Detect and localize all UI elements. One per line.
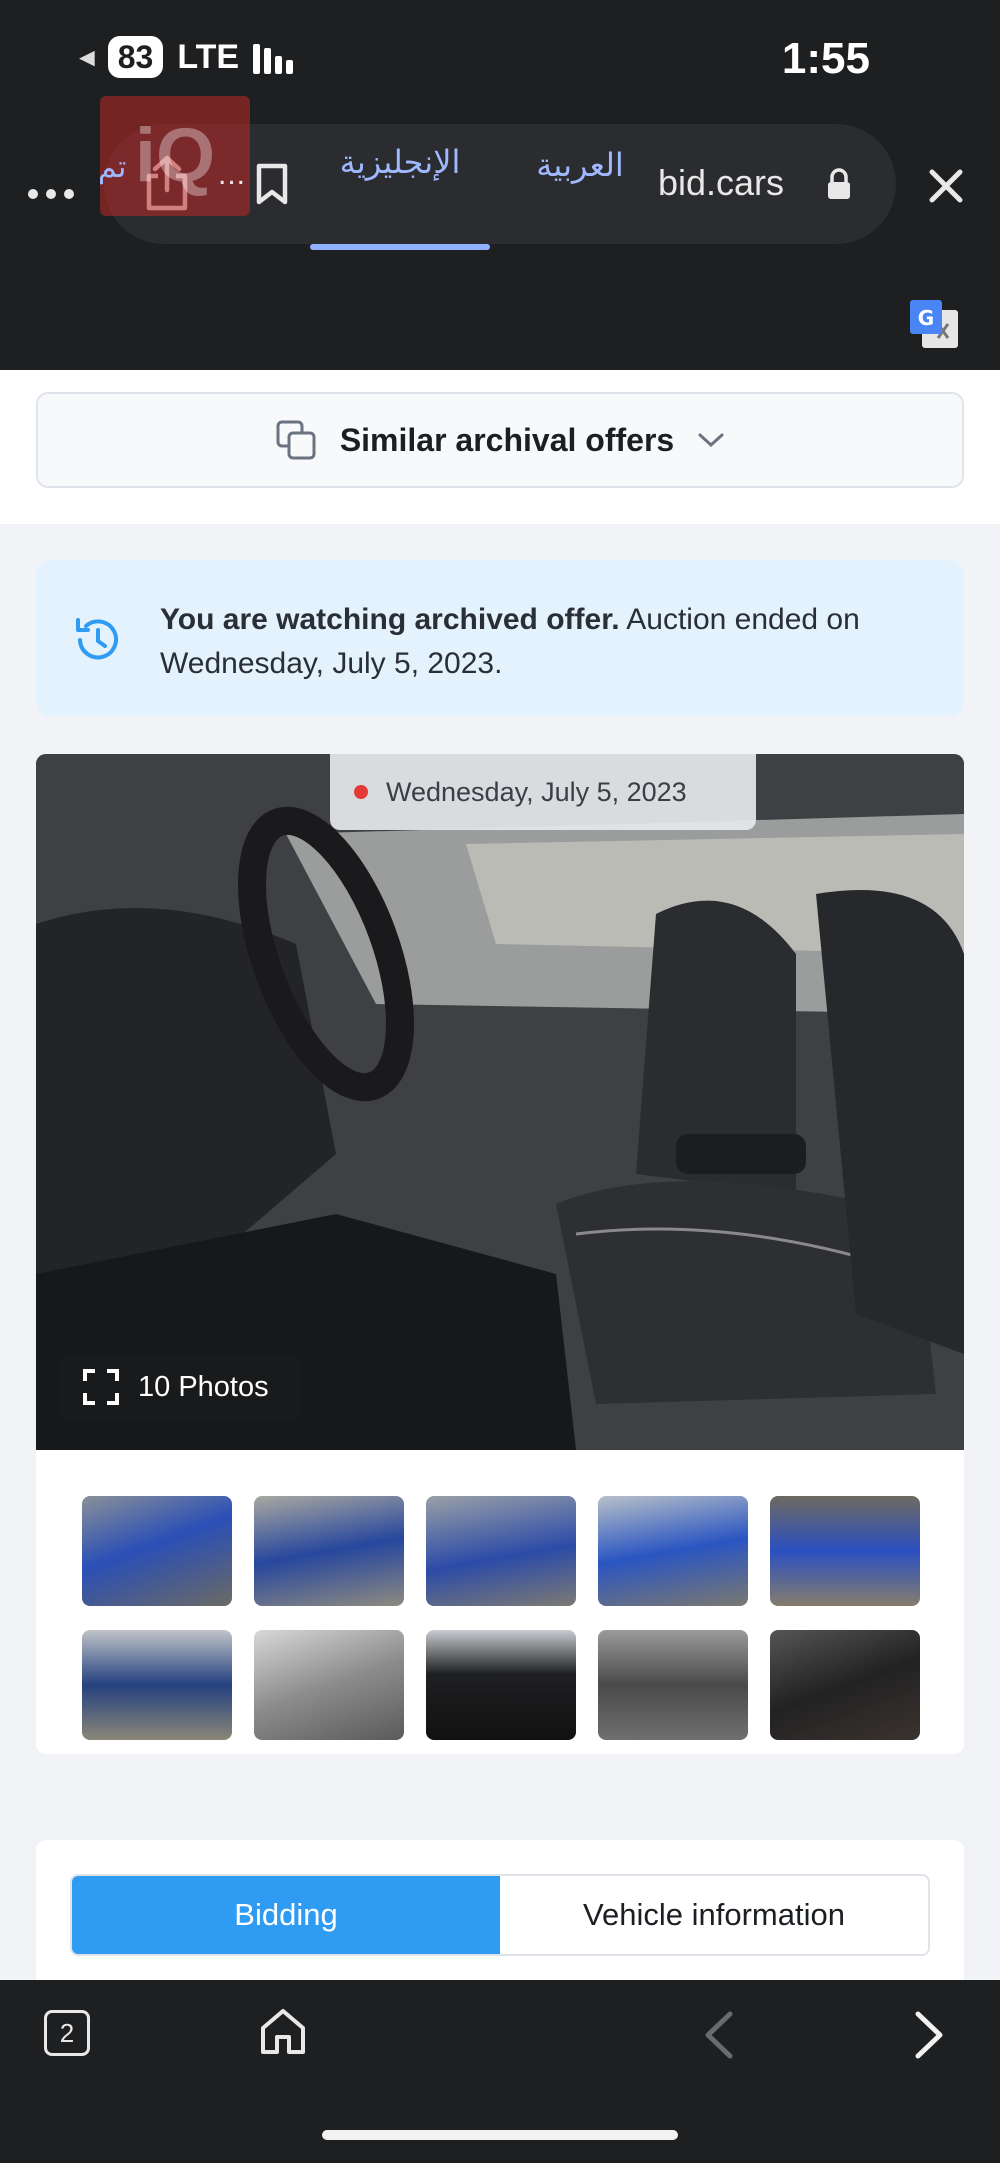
translate-tab-english[interactable]: الإنجليزية <box>310 120 490 250</box>
similar-offers-label: Similar archival offers <box>339 421 675 458</box>
thumbnail[interactable] <box>598 1630 748 1740</box>
thumbnail[interactable] <box>82 1496 232 1606</box>
translate-tab-arabic[interactable]: العربية <box>520 146 640 184</box>
similar-offers-dropdown[interactable]: Similar archival offers <box>36 392 964 488</box>
browser-bottom-bar: 2 <box>0 1980 1000 2163</box>
thumbnail[interactable] <box>254 1630 404 1740</box>
thumbnail[interactable] <box>426 1630 576 1740</box>
lock-icon <box>828 168 850 199</box>
details-tabs-card: Bidding Vehicle information <box>36 1840 964 1980</box>
chevron-down-icon <box>698 433 724 448</box>
notice-bold: You are watching archived offer. <box>160 603 620 636</box>
tab-vehicle-information[interactable]: Vehicle information <box>500 1876 928 1954</box>
translate-done-button[interactable]: تم <box>98 150 126 185</box>
tabs-button[interactable]: 2 <box>44 2010 90 2056</box>
bookmark-icon[interactable] <box>254 162 290 206</box>
location-arrow-icon: ◄ <box>74 41 100 72</box>
thumbnail[interactable] <box>82 1630 232 1740</box>
more-menu-icon[interactable] <box>28 180 74 208</box>
status-indicators: ◄ 83 LTE <box>74 36 294 78</box>
svg-text:G: G <box>918 306 934 330</box>
url-text[interactable]: bid.cars <box>658 162 784 204</box>
translate-more-button[interactable]: ... <box>218 158 246 192</box>
car-interior-image <box>36 754 964 1450</box>
photos-count: 10 Photos <box>138 1370 269 1403</box>
home-indicator[interactable] <box>322 2130 678 2140</box>
thumbnail[interactable] <box>426 1496 576 1606</box>
close-icon[interactable] <box>928 168 964 204</box>
photo-gallery: Wednesday, July 5, 2023 10 Photos <box>36 754 964 1754</box>
thumbnail[interactable] <box>598 1496 748 1606</box>
thumbnail[interactable] <box>254 1496 404 1606</box>
forward-arrow-icon[interactable] <box>912 2010 948 2060</box>
fullscreen-icon <box>83 1369 119 1405</box>
thumbnail[interactable] <box>770 1630 920 1740</box>
clock: 1:55 <box>781 34 870 83</box>
notice-text: You are watching archived offer. Auction… <box>160 598 900 686</box>
auction-date: Wednesday, July 5, 2023 <box>386 776 687 807</box>
battery-level: 83 <box>107 36 164 78</box>
home-icon[interactable] <box>258 2006 308 2056</box>
thumbnail[interactable] <box>770 1496 920 1606</box>
archived-offer-notice: You are watching archived offer. Auction… <box>36 560 964 716</box>
similar-offers-section: Similar archival offers <box>0 370 1000 524</box>
photos-count-button[interactable]: 10 Photos <box>60 1354 300 1420</box>
page-content: Similar archival offers You are watching… <box>0 370 1000 1980</box>
thumbnail-grid <box>82 1496 922 1740</box>
back-arrow-icon[interactable] <box>700 2010 736 2060</box>
signal-icon <box>253 40 294 74</box>
translate-tab-english-label: الإنجليزية <box>339 144 461 180</box>
tab-bidding[interactable]: Bidding <box>72 1876 500 1954</box>
details-tabs: Bidding Vehicle information <box>70 1874 930 1956</box>
active-tab-indicator <box>310 244 490 250</box>
network-type: LTE <box>177 37 240 76</box>
auction-date-badge: Wednesday, July 5, 2023 <box>330 754 756 830</box>
history-icon <box>76 618 118 660</box>
main-photo[interactable]: Wednesday, July 5, 2023 10 Photos <box>36 754 964 1450</box>
google-translate-icon[interactable]: G <box>908 298 960 350</box>
status-dot <box>354 785 368 799</box>
copy-icon <box>276 420 316 460</box>
